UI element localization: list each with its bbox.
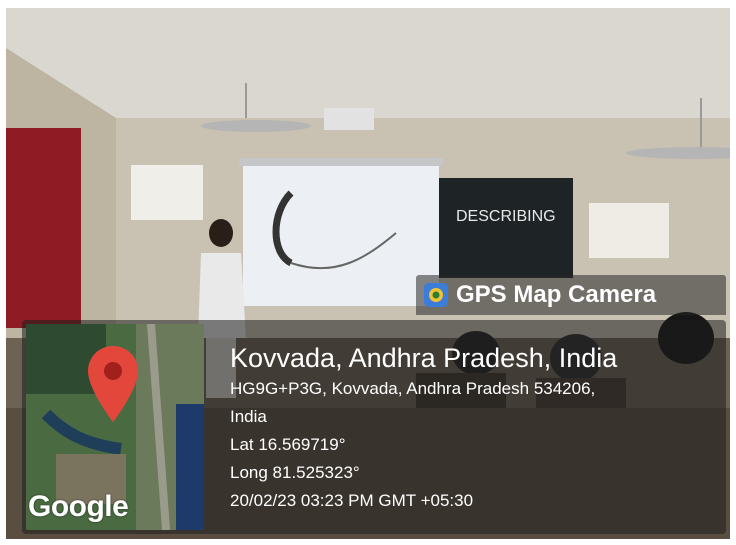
latitude: Lat 16.569719° [230, 435, 346, 454]
address-line-2: India [230, 407, 267, 426]
location-text: Kovvada, Andhra Pradesh, India HG9G+P3G,… [230, 342, 617, 514]
svg-text:DESCRIBING: DESCRIBING [456, 208, 556, 225]
gps-map-camera-icon [424, 283, 448, 307]
badge-label: GPS Map Camera [456, 281, 657, 308]
satellite-map-thumbnail: Google [26, 324, 204, 530]
google-brand-label: Google [28, 490, 129, 523]
photo-frame: DESCRIBING GPS Map Camera Google Kovvada… [6, 8, 730, 539]
longitude: Long 81.525323° [230, 463, 360, 482]
map-pin-icon [88, 346, 138, 422]
timestamp: 20/02/23 03:23 PM GMT +05:30 [230, 491, 474, 510]
address-line-1: HG9G+P3G, Kovvada, Andhra Pradesh 534206… [230, 379, 596, 398]
gps-map-camera-badge: GPS Map Camera [416, 275, 726, 315]
location-info-panel: Google Kovvada, Andhra Pradesh, India HG… [22, 320, 726, 534]
location-title: Kovvada, Andhra Pradesh, India [230, 343, 618, 373]
